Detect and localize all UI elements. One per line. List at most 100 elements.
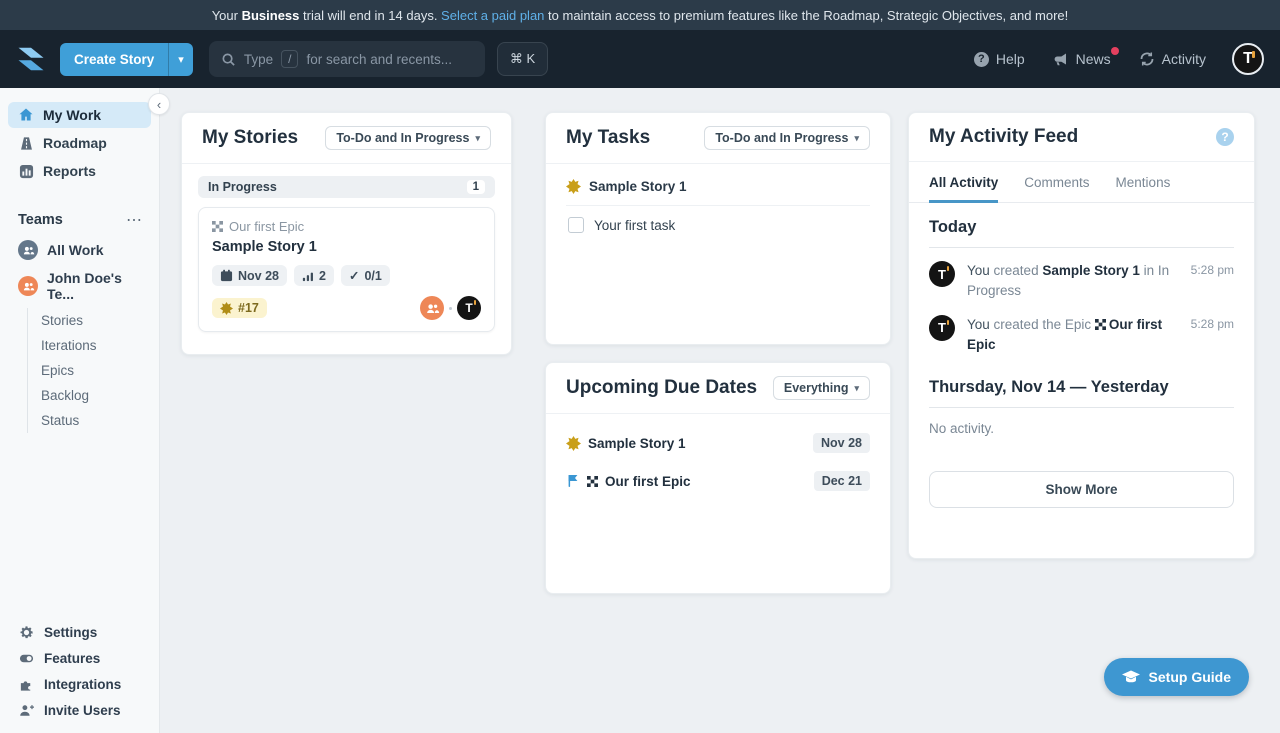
task-row: Your first task <box>566 206 870 244</box>
sidebar-item-roadmap[interactable]: Roadmap <box>8 130 151 156</box>
sidebar-item-epics[interactable]: Epics <box>28 358 159 383</box>
trial-banner: Your Business trial will end in 14 days.… <box>0 0 1280 30</box>
my-stories-card: My Stories To-Do and In Progress ▾ In Pr… <box>181 112 512 355</box>
sidebar-item-status[interactable]: Status <box>28 408 159 433</box>
sidebar-item-integrations[interactable]: Integrations <box>0 671 159 697</box>
search-placeholder: Type <box>244 52 273 67</box>
my-stories-title: My Stories <box>202 127 298 149</box>
team-label: John Doe's Te... <box>47 270 141 302</box>
teams-section-header: Teams ⋯ <box>0 210 159 230</box>
my-tasks-filter-dropdown[interactable]: To-Do and In Progress ▾ <box>704 126 870 150</box>
activity-feed-tabs: All Activity Comments Mentions <box>909 162 1254 203</box>
banner-text: Your <box>212 8 242 23</box>
feed-target-link[interactable]: Sample Story 1 <box>1042 263 1140 278</box>
shortcut-logo[interactable] <box>16 44 46 74</box>
news-button[interactable]: News <box>1053 51 1111 67</box>
sidebar-collapse-button[interactable]: ‹ <box>148 93 170 115</box>
help-label: Help <box>996 51 1025 67</box>
activity-label: Activity <box>1162 51 1206 67</box>
setup-guide-button[interactable]: Setup Guide <box>1104 658 1249 696</box>
team-sub-nav: Stories Iterations Epics Backlog Status <box>27 308 159 433</box>
group-label: In Progress <box>208 180 277 194</box>
bottom-item-label: Integrations <box>44 677 121 692</box>
show-more-button[interactable]: Show More <box>929 471 1234 508</box>
task-checkbox[interactable] <box>568 217 584 233</box>
avatar-letter: T <box>465 301 472 315</box>
group-count-badge: 1 <box>467 180 485 194</box>
feed-item: T You created Sample Story 1 in In Progr… <box>929 261 1234 302</box>
feed-timestamp: 5:28 pm <box>1191 315 1234 356</box>
teams-more-button[interactable]: ⋯ <box>126 210 143 230</box>
story-star-icon <box>566 179 581 194</box>
tab-comments[interactable]: Comments <box>1024 162 1089 203</box>
sidebar-item-iterations[interactable]: Iterations <box>28 333 159 358</box>
avatar-letter: T <box>938 267 946 282</box>
invite-user-icon <box>18 702 34 718</box>
sidebar-item-label: Reports <box>43 163 96 179</box>
gear-icon <box>18 624 34 640</box>
sidebar-item-invite-users[interactable]: Invite Users <box>0 697 159 723</box>
feed-avatar: T <box>929 261 955 287</box>
sidebar-item-label: Roadmap <box>43 135 107 151</box>
avatar-accent-mark <box>1252 51 1255 58</box>
user-avatar[interactable]: T <box>1232 43 1264 75</box>
help-icon: ? <box>974 52 989 67</box>
sidebar-item-all-work[interactable]: All Work <box>0 236 159 264</box>
tab-all-activity[interactable]: All Activity <box>929 162 998 203</box>
roadmap-icon <box>18 135 34 151</box>
sidebar-item-backlog[interactable]: Backlog <box>28 383 159 408</box>
chevron-down-icon: ▾ <box>475 133 480 144</box>
owner-avatar[interactable]: T <box>457 296 481 320</box>
epic-checkered-flag-icon <box>212 221 223 232</box>
tab-mentions[interactable]: Mentions <box>1116 162 1171 203</box>
create-story-button[interactable]: Create Story <box>60 43 168 76</box>
due-date-row[interactable]: Our first Epic Dec 21 <box>566 462 870 500</box>
help-tooltip-icon[interactable]: ? <box>1216 128 1234 146</box>
teams-header-label: Teams <box>18 212 63 228</box>
banner-plan: Business <box>242 8 300 23</box>
due-date-row[interactable]: Sample Story 1 Nov 28 <box>566 424 870 462</box>
create-story-dropdown-button[interactable]: ▾ <box>168 43 193 76</box>
task-label: Your first task <box>594 218 675 233</box>
activity-button[interactable]: Activity <box>1139 51 1206 67</box>
feed-actor: You <box>967 317 994 332</box>
task-story-link[interactable]: Sample Story 1 <box>566 166 870 206</box>
graduation-cap-icon <box>1122 670 1140 685</box>
banner-text: trial will end in 14 days. <box>299 8 441 23</box>
chevron-down-icon: ▾ <box>854 383 859 394</box>
search-input[interactable]: Type / for search and recents... <box>209 41 485 77</box>
story-id-badge: #17 <box>212 298 267 318</box>
sidebar: ‹ My Work Roadmap Reports Teams ⋯ All Wo… <box>0 88 160 733</box>
sidebar-item-team[interactable]: John Doe's Te... <box>0 266 159 306</box>
feed-actor: You <box>967 263 994 278</box>
sidebar-item-features[interactable]: Features <box>0 645 159 671</box>
requester-avatar[interactable] <box>420 296 444 320</box>
due-dates-title: Upcoming Due Dates <box>566 377 757 399</box>
team-avatar-icon <box>18 276 38 296</box>
sidebar-item-stories[interactable]: Stories <box>28 308 159 333</box>
story-title: Sample Story 1 <box>212 239 481 255</box>
points-badge: 2 <box>294 265 334 286</box>
due-item-label: Sample Story 1 <box>588 436 686 451</box>
news-notification-dot <box>1111 47 1119 55</box>
story-card[interactable]: Our first Epic Sample Story 1 Nov 28 2 ✓… <box>198 207 495 332</box>
my-stories-filter-dropdown[interactable]: To-Do and In Progress ▾ <box>325 126 491 150</box>
feed-avatar: T <box>929 315 955 341</box>
task-story-label: Sample Story 1 <box>589 179 687 194</box>
feed-action: created the Epic <box>994 317 1095 332</box>
upcoming-due-dates-card: Upcoming Due Dates Everything ▾ Sample S… <box>545 362 891 594</box>
in-progress-group-header[interactable]: In Progress 1 <box>198 176 495 198</box>
due-dates-filter-dropdown[interactable]: Everything ▾ <box>773 376 870 400</box>
sidebar-item-reports[interactable]: Reports <box>8 158 151 184</box>
megaphone-icon <box>1053 51 1069 67</box>
search-icon <box>221 52 236 67</box>
due-date-badge: Nov 28 <box>212 265 287 286</box>
help-button[interactable]: ? Help <box>974 51 1025 67</box>
banner-text: to maintain access to premium features l… <box>544 8 1068 23</box>
select-paid-plan-link[interactable]: Select a paid plan <box>441 8 544 23</box>
all-work-avatar-icon <box>18 240 38 260</box>
check-icon: ✓ <box>349 268 359 283</box>
sidebar-item-my-work[interactable]: My Work <box>8 102 151 128</box>
avatar-accent-mark <box>947 266 949 271</box>
sidebar-item-settings[interactable]: Settings <box>0 619 159 645</box>
